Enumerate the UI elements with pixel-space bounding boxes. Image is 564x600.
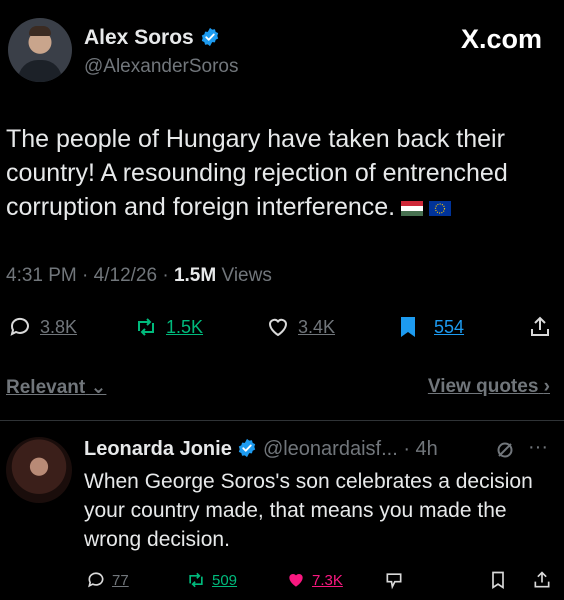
- reply-icon: [88, 572, 104, 588]
- reply-bookmark-button[interactable]: [488, 570, 514, 590]
- reply-button[interactable]: 3.8K: [8, 315, 77, 339]
- divider: [0, 420, 564, 421]
- views-label: Views: [221, 265, 272, 286]
- views-count: 1.5M: [173, 265, 217, 286]
- reply-author-handle[interactable]: @leonardaisf...: [263, 438, 398, 460]
- reply-reply-button[interactable]: 77: [86, 570, 129, 590]
- reply-age[interactable]: 4h: [416, 438, 438, 460]
- reply-repost-button[interactable]: 509: [186, 570, 237, 590]
- hungary-flag-icon: [401, 191, 424, 216]
- repost-icon: [138, 318, 154, 336]
- reply-icon: [10, 317, 29, 336]
- share-icon: [531, 316, 549, 336]
- repost-count: 1.5K: [166, 316, 204, 337]
- more-icon[interactable]: ···: [528, 436, 548, 459]
- share-button[interactable]: [528, 315, 560, 339]
- view-quotes-link[interactable]: View quotes ›: [428, 376, 550, 398]
- author-name[interactable]: Alex Soros: [84, 26, 194, 49]
- bookmark-button[interactable]: 554: [396, 315, 464, 339]
- reply-author-name[interactable]: Leonarda Jonie: [84, 438, 232, 460]
- chevron-down-icon: ⌄: [90, 377, 107, 398]
- chevron-right-icon: ›: [543, 376, 550, 397]
- reply-like-count: 7.3K: [312, 571, 343, 589]
- author-name-row[interactable]: Alex Soros: [84, 26, 220, 50]
- author-avatar[interactable]: [8, 18, 72, 82]
- repost-icon: [189, 572, 203, 588]
- sort-relevant[interactable]: Relevant ⌄: [6, 376, 106, 399]
- like-button[interactable]: 3.4K: [266, 315, 335, 339]
- like-icon: [289, 574, 303, 587]
- platform-label: X.com: [460, 24, 542, 54]
- tweet-meta: 4:31 PM · 4/12/26 · 1.5M Views: [6, 265, 272, 286]
- view-quotes-label: View quotes: [427, 376, 539, 397]
- avatar-hair: [29, 26, 51, 36]
- reply-like-button[interactable]: 7.3K: [286, 570, 343, 590]
- bookmark-icon: [492, 571, 504, 590]
- bookmark-icon: [401, 317, 415, 337]
- reply-reply-count: 77: [112, 571, 129, 589]
- repost-button[interactable]: 1.5K: [134, 315, 203, 339]
- eu-flag-icon: [429, 191, 452, 216]
- reply-count: 3.8K: [40, 316, 78, 337]
- analytics-button[interactable]: [384, 570, 410, 590]
- reply-author-avatar[interactable]: [6, 437, 72, 503]
- reply-repost-count: 509: [212, 571, 238, 589]
- grok-icon[interactable]: [495, 440, 515, 465]
- reply-header: Leonarda Jonie @leonardaisf... · 4h: [84, 438, 438, 460]
- verified-icon: [200, 27, 220, 47]
- analytics-icon: [386, 573, 402, 590]
- bookmark-count: 554: [434, 316, 465, 337]
- tweet-time[interactable]: 4:31 PM: [6, 265, 77, 286]
- tweet-date[interactable]: 4/12/26: [94, 265, 157, 286]
- author-handle[interactable]: @AlexanderSoros: [84, 56, 238, 78]
- like-icon: [268, 318, 288, 337]
- avatar-suit: [18, 60, 62, 82]
- share-icon: [534, 571, 550, 588]
- verified-icon: [237, 438, 257, 458]
- sort-relevant-label: Relevant: [6, 377, 86, 398]
- like-count: 3.4K: [298, 316, 336, 337]
- reply-text: When George Soros's son celebrates a dec…: [84, 470, 533, 551]
- tweet-text: The people of Hungary have taken back th…: [6, 122, 551, 224]
- reply-share-button[interactable]: [532, 570, 558, 590]
